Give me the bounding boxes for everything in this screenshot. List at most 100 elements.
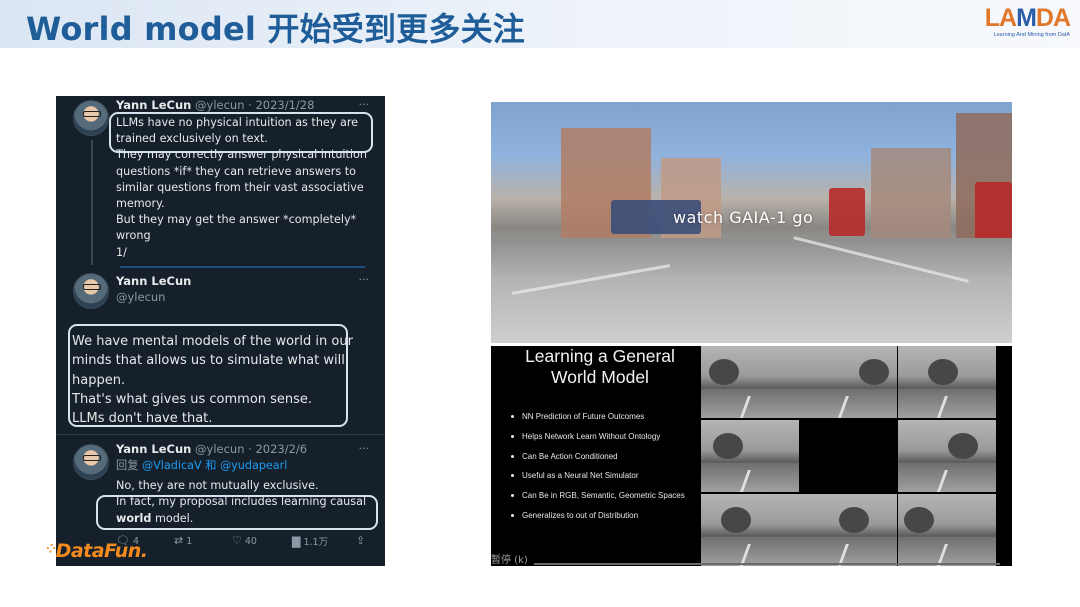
- tweet-line: memory.: [116, 197, 165, 211]
- tweet-line: But they may get the answer *completely*: [116, 213, 357, 227]
- author-name[interactable]: Yann LeCun: [116, 442, 191, 456]
- retweet-count: 1: [186, 536, 193, 547]
- heart-icon: ♡: [232, 534, 242, 547]
- more-options-icon[interactable]: ···: [359, 98, 370, 111]
- tree-shape: [721, 506, 751, 533]
- road-marking: [511, 264, 671, 295]
- author-handle[interactable]: @ylecun · 2023/1/28: [195, 98, 314, 112]
- camera-view: [898, 346, 996, 418]
- tweet-line: 1/: [116, 245, 127, 259]
- author-handle[interactable]: @ylecun · 2023/2/6: [195, 442, 307, 456]
- camera-view: [898, 420, 996, 492]
- like-count: 40: [244, 536, 257, 547]
- reply-to-line: 回复 @VladicaV 和 @yudapearl: [116, 458, 378, 474]
- tweet-body: 回复 @VladicaV 和 @yudapearl No, they are n…: [116, 458, 378, 527]
- like-button[interactable]: ♡ 40: [232, 534, 257, 547]
- video-frame-slide[interactable]: Learning a General World Model NN Predic…: [491, 346, 1012, 566]
- video-progress-bar[interactable]: [534, 563, 1000, 565]
- tweet-line: wrong: [116, 229, 151, 243]
- lamda-logo-part1: LA: [984, 4, 1017, 32]
- views-button[interactable]: ▇ 1.1万: [292, 534, 328, 548]
- tweet-author-block: Yann LeCun @ylecun: [116, 273, 191, 305]
- tweet-line: They may correctly answer physical intui…: [116, 148, 367, 162]
- thread-connector-line: [91, 140, 93, 265]
- tweet-line: That's what gives us common sense.: [72, 391, 313, 407]
- author-name[interactable]: Yann LeCun: [116, 98, 191, 112]
- camera-view: [898, 494, 996, 566]
- video-caption: watch GAIA-1 go: [673, 208, 814, 227]
- lamda-logo-word: LAMDA: [970, 4, 1071, 32]
- tweet-line: LLMs have no physical intuition as they …: [116, 116, 359, 129]
- list-item: Useful as a Neural Net Simulator: [511, 471, 685, 491]
- tweet-divider: [56, 434, 385, 435]
- tree-shape: [859, 358, 889, 385]
- retweet-button[interactable]: ⇄ 1: [174, 534, 192, 547]
- lamda-logo-subtitle: Learning And Mining from DatA: [993, 32, 1070, 38]
- more-options-icon[interactable]: ···: [359, 273, 370, 286]
- tweet-body: LLMs have no physical intuition as they …: [116, 115, 376, 261]
- mention-link[interactable]: @VladicaV: [142, 459, 202, 472]
- tweet-line: trained exclusively on text.: [116, 132, 268, 146]
- mention-conjunction: 和: [205, 459, 217, 472]
- twitter-thread-panel: Yann LeCun @ylecun · 2023/1/28 ··· LLMs …: [56, 96, 385, 566]
- tweet-author-line: Yann LeCun @ylecun · 2023/2/6: [116, 442, 307, 456]
- view-count: 1.1万: [303, 537, 329, 548]
- road: [491, 236, 1012, 343]
- datafun-logo-text: DataFun.: [55, 540, 148, 562]
- mention-link[interactable]: @yudapearl: [220, 459, 287, 472]
- retweet-icon: ⇄: [174, 534, 184, 547]
- camera-view: [799, 494, 897, 566]
- tree-shape: [709, 358, 739, 385]
- building: [871, 148, 951, 238]
- tweet-line: minds that allows us to simulate what wi…: [72, 353, 345, 369]
- pause-tooltip[interactable]: 暂停 (k): [491, 551, 528, 566]
- video-frame-street[interactable]: watch GAIA-1 go: [491, 102, 1012, 343]
- red-bus: [975, 182, 1012, 242]
- camera-view: [701, 420, 799, 492]
- tree-shape: [713, 432, 743, 459]
- lamda-logo-part3: DA: [1035, 4, 1071, 32]
- lamda-logo-part2: M: [1016, 4, 1037, 32]
- reply-prefix: 回复: [116, 459, 139, 472]
- tweet-2-body: We have mental models of the world in ou…: [72, 332, 362, 428]
- tweet-line: similar questions from their vast associ…: [116, 180, 364, 194]
- tree-shape: [948, 432, 978, 459]
- share-icon: ⇪: [356, 534, 366, 547]
- camera-view: [701, 346, 799, 418]
- slide-heading: Learning a General World Model: [491, 346, 709, 388]
- road-marking: [793, 236, 969, 283]
- avatar[interactable]: [73, 100, 109, 136]
- slide-header: World model 开始受到更多关注 LAMDA Learning And …: [0, 0, 1080, 48]
- tree-shape: [928, 358, 958, 385]
- tweet-line: LLMs don't have that.: [72, 411, 213, 427]
- share-button[interactable]: ⇪: [356, 534, 368, 547]
- camera-view: [799, 346, 897, 418]
- avatar[interactable]: [73, 273, 109, 309]
- author-handle[interactable]: @ylecun: [116, 289, 191, 305]
- tree-shape: [904, 506, 934, 533]
- slide-heading-line: World Model: [551, 367, 649, 387]
- tweet-line: We have mental models of the world in ou…: [72, 334, 353, 349]
- camera-view: [701, 494, 799, 566]
- list-item: Generalizes to out of Distribution: [511, 511, 685, 531]
- list-item: Helps Network Learn Without Ontology: [511, 432, 685, 452]
- author-name[interactable]: Yann LeCun: [116, 274, 191, 288]
- lamda-logo: LAMDA Learning And Mining from DatA: [970, 4, 1071, 43]
- datafun-logo: ⁘DataFun.: [46, 540, 148, 562]
- slide-title: World model 开始受到更多关注: [26, 10, 525, 48]
- show-more-separator: [120, 266, 365, 268]
- more-options-icon[interactable]: ···: [359, 442, 370, 455]
- tweet-line: In fact, my proposal includes learning c…: [116, 495, 367, 509]
- list-item: Can Be in RGB, Semantic, Geometric Space…: [511, 491, 685, 511]
- bullet-list: NN Prediction of Future Outcomes Helps N…: [511, 412, 685, 531]
- avatar[interactable]: [73, 444, 109, 480]
- slide-heading-line: Learning a General: [525, 346, 675, 366]
- tweet-author-line: Yann LeCun @ylecun · 2023/1/28: [116, 98, 314, 112]
- bold-word: world: [116, 511, 152, 525]
- list-item: NN Prediction of Future Outcomes: [511, 412, 685, 432]
- tweet-line-rest: model.: [151, 511, 194, 525]
- bar-chart-icon: ▇: [292, 535, 301, 548]
- red-bus: [829, 188, 865, 236]
- tweet-line: questions *if* they can retrieve answers…: [116, 164, 356, 178]
- tweet-line: No, they are not mutually exclusive.: [116, 479, 319, 493]
